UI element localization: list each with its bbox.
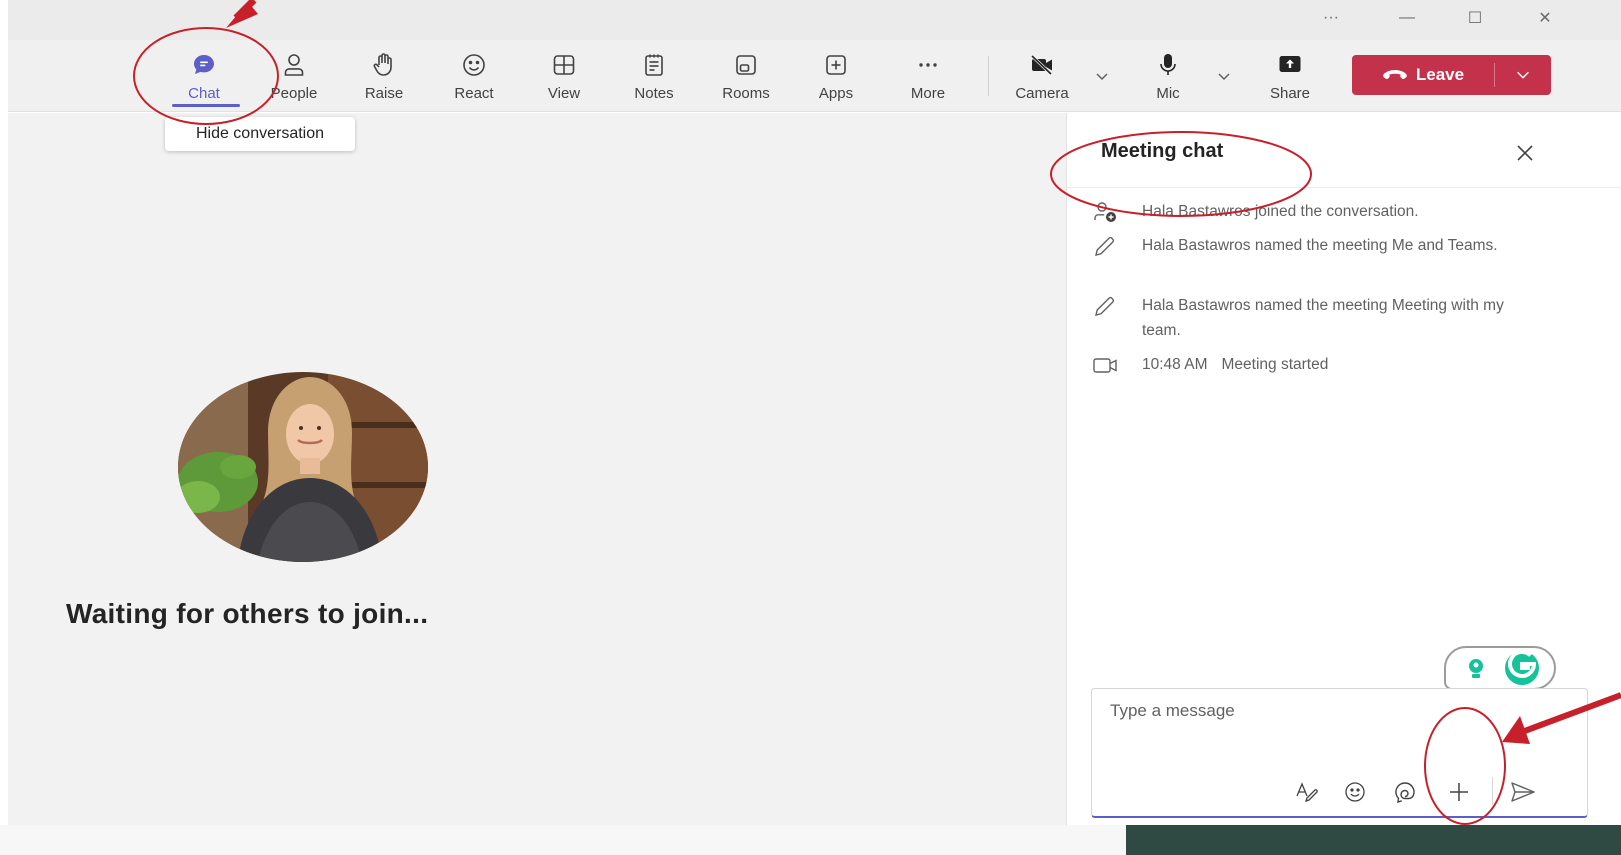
loop-icon (1395, 782, 1415, 803)
chevron-down-icon (1517, 71, 1529, 79)
people-icon (284, 54, 304, 76)
raise-hand-icon (373, 53, 392, 76)
grammarly-icon (1469, 650, 1539, 685)
waiting-message: Waiting for others to join... (66, 598, 429, 629)
chat-active-indicator (172, 104, 240, 107)
window-titlebar (8, 0, 1621, 40)
pencil-icon (1095, 236, 1115, 256)
rooms-icon (736, 55, 756, 75)
hang-up-phone-icon (1383, 70, 1407, 79)
toolbar-react-button[interactable]: React (442, 48, 506, 106)
notes-icon (645, 54, 663, 76)
send-button[interactable] (1508, 777, 1538, 807)
react-label: React (454, 85, 494, 102)
toolbar-view-button[interactable]: View (532, 48, 596, 106)
mic-options-chevron-icon[interactable] (1214, 66, 1234, 86)
camera-off-icon (1030, 54, 1053, 76)
format-button[interactable] (1292, 777, 1322, 807)
toolbar-camera-button[interactable]: Camera (1010, 48, 1074, 106)
plus-icon (1450, 783, 1468, 801)
compose-separator (1492, 777, 1493, 805)
share-icon (1279, 56, 1301, 72)
view-label: View (547, 85, 581, 102)
more-dots-icon (919, 63, 937, 67)
apps-label: Apps (818, 85, 854, 102)
message-input[interactable] (1110, 701, 1550, 721)
chat-header-divider (1067, 187, 1621, 188)
raise-label: Raise (364, 85, 404, 102)
leave-separator (1494, 63, 1495, 87)
view-grid-icon (553, 55, 575, 75)
attach-plus-button[interactable] (1444, 777, 1474, 807)
people-label: People (270, 85, 318, 102)
taskbar-dark-strip (1126, 825, 1621, 855)
grammarly-widget[interactable] (1444, 646, 1556, 690)
maximize-label: ☐ (1467, 10, 1483, 27)
toolbar-chat-button[interactable]: Chat (172, 48, 236, 106)
rooms-label: Rooms (722, 85, 770, 102)
chat-event-text: Hala Bastawros named the meeting Me and … (1142, 237, 1498, 254)
chat-icon (194, 55, 214, 74)
video-camera-icon (1093, 358, 1117, 373)
toolbar-mic-button[interactable]: Mic (1136, 48, 1200, 106)
camera-options-chevron-icon[interactable] (1092, 66, 1112, 86)
more-label: More (910, 85, 946, 102)
share-label: Share (1269, 85, 1311, 102)
pencil-icon (1095, 296, 1115, 316)
emoji-button[interactable] (1340, 777, 1370, 807)
send-icon (1511, 782, 1535, 802)
leave-button-group: Leave (1352, 55, 1551, 95)
format-text-icon (1296, 782, 1318, 803)
toolbar-apps-button[interactable]: Apps (804, 48, 868, 106)
chat-panel-title: Meeting chat (1101, 140, 1224, 162)
chat-event-text: Hala Bastawros joined the conversation. (1142, 203, 1419, 220)
toolbar-rooms-button[interactable]: Rooms (714, 48, 778, 106)
chat-event-message: Meeting started (1221, 356, 1329, 373)
tooltip-text: Hide conversation (195, 125, 325, 142)
mic-icon (1160, 54, 1176, 75)
chat-event-text: Hala Bastawros named the meeting Meeting… (1142, 297, 1504, 339)
window-more-button[interactable]: ··· (1316, 4, 1346, 32)
chat-event-text: 10:48 AM Meeting started (1142, 352, 1532, 377)
minimize-label: — (1399, 9, 1415, 26)
toolbar-notes-button[interactable]: Notes (622, 48, 686, 106)
toolbar-people-button[interactable]: People (262, 48, 326, 106)
maximize-button[interactable]: ☐ (1460, 4, 1490, 32)
close-icon (1517, 145, 1533, 161)
react-smiley-icon (463, 54, 485, 76)
apps-plus-icon (826, 55, 846, 75)
chat-label: Chat (188, 85, 220, 102)
leave-options-button[interactable] (1498, 55, 1548, 95)
window-close-button[interactable]: ✕ (1530, 4, 1560, 32)
leave-button[interactable]: Leave (1352, 55, 1494, 95)
chat-event-time: 10:48 AM (1142, 356, 1208, 373)
more-label: ··· (1323, 9, 1339, 26)
meeting-stage (8, 113, 1066, 825)
chat-close-button[interactable] (1510, 140, 1540, 166)
emoji-icon (1345, 782, 1365, 802)
camera-label: Camera (1015, 85, 1069, 102)
person-joined-icon (1094, 202, 1116, 222)
minimize-button[interactable]: — (1392, 4, 1422, 32)
loop-component-button[interactable] (1390, 777, 1420, 807)
participant-avatar (178, 372, 428, 562)
mic-label: Mic (1156, 85, 1180, 102)
hide-conversation-tooltip: Hide conversation (165, 117, 355, 151)
message-compose-box (1091, 688, 1588, 818)
toolbar-raise-button[interactable]: Raise (352, 48, 416, 106)
notes-label: Notes (634, 85, 674, 102)
leave-label: Leave (1415, 65, 1465, 84)
toolbar-share-button[interactable]: Share (1258, 48, 1322, 106)
toolbar-divider (988, 56, 989, 96)
toolbar-more-button[interactable]: More (896, 48, 960, 106)
close-label: ✕ (1538, 10, 1552, 27)
